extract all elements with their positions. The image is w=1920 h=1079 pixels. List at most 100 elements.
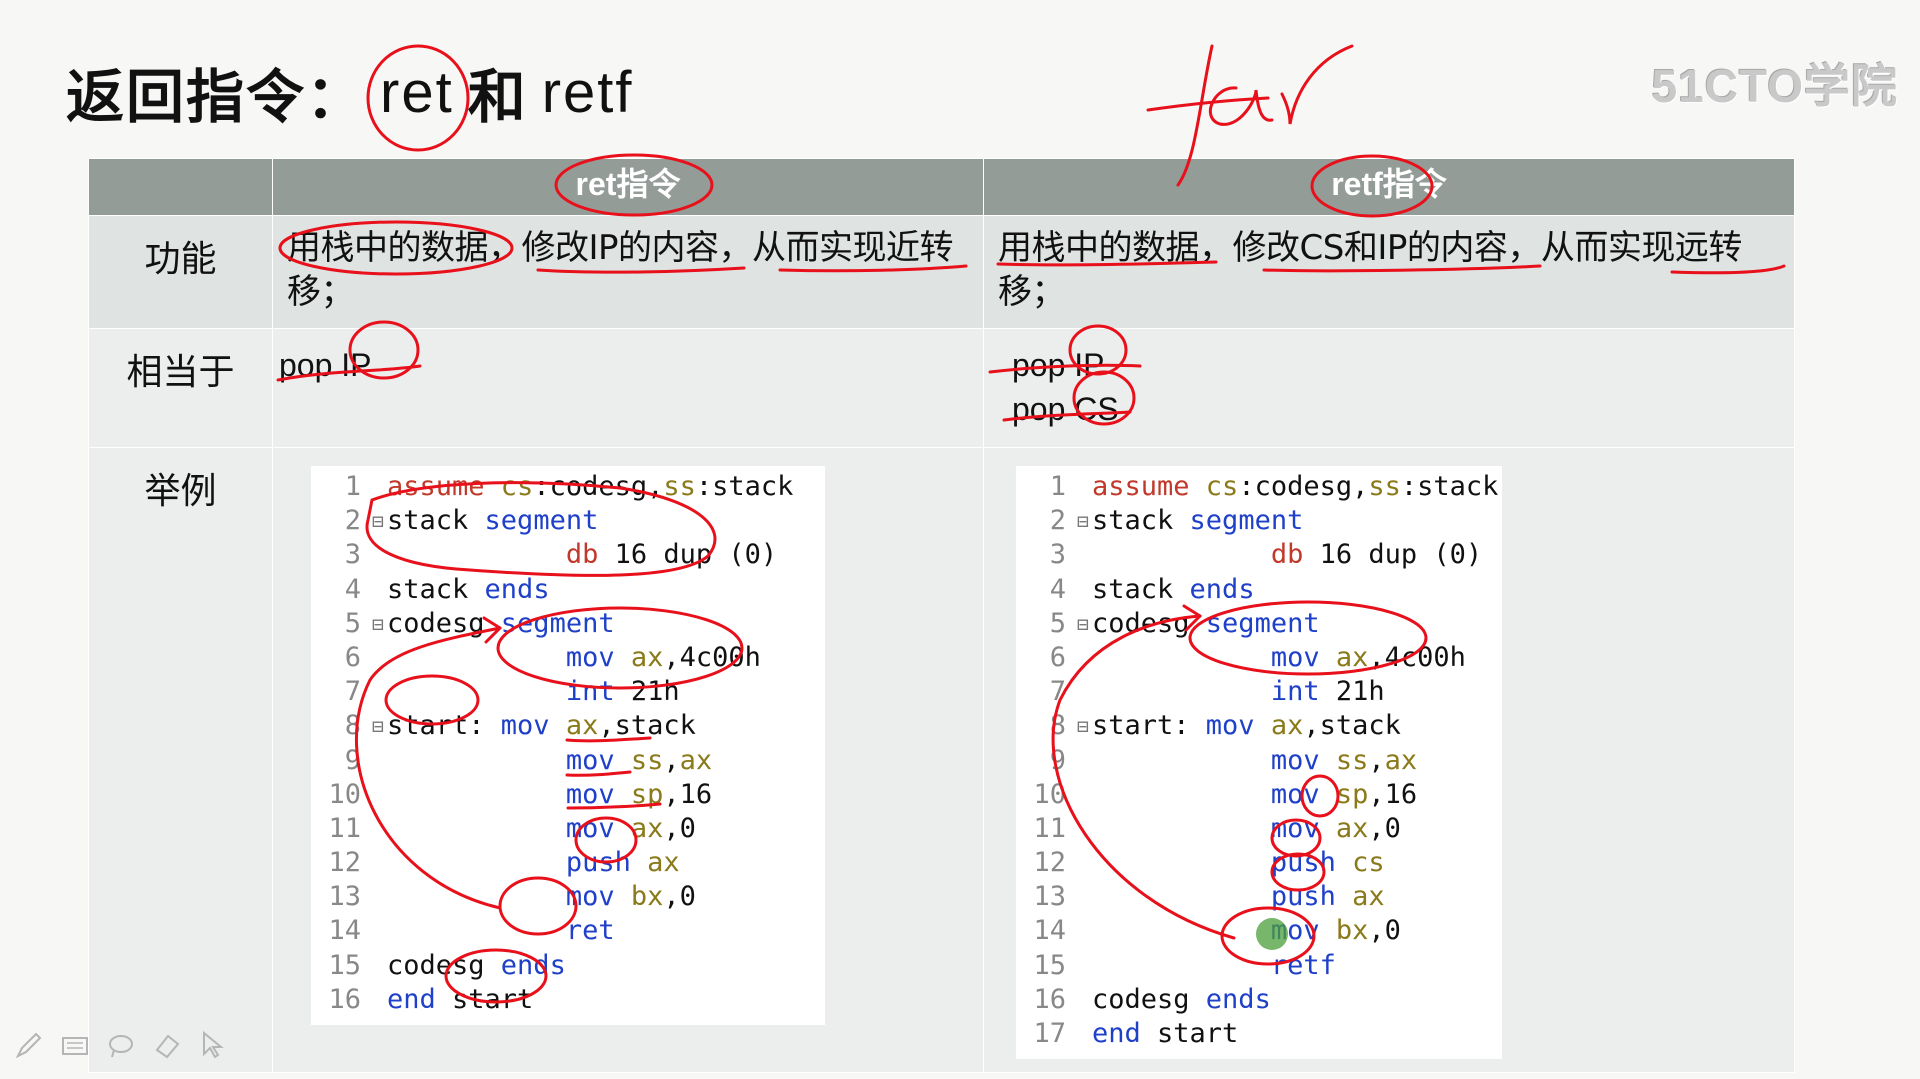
fold-toggle-icon[interactable]: ⊟ xyxy=(1074,709,1092,743)
line-number: 9 xyxy=(1049,744,1066,776)
code-token: ,4c00h xyxy=(1368,641,1466,673)
code-token: :codesg, xyxy=(1238,471,1369,502)
code-token: ax xyxy=(1384,744,1418,776)
code-token: stack xyxy=(387,573,485,605)
code-token: mov xyxy=(1270,744,1320,776)
pen-icon[interactable] xyxy=(14,1030,44,1060)
code-token: sp xyxy=(1335,778,1369,810)
code-token: 21h xyxy=(614,676,680,708)
title-prefix: 返回指令： xyxy=(66,63,367,131)
code-token: assume xyxy=(387,471,501,502)
code-token: mov xyxy=(565,641,615,673)
code-token: db xyxy=(565,539,599,571)
code-line: 8 ⊟ start: mov ax,stack xyxy=(311,709,825,743)
code-token: retf xyxy=(1270,949,1336,981)
fold-toggle-icon[interactable]: ⊟ xyxy=(1074,607,1092,641)
pop-ip-retf: pop IP xyxy=(1012,347,1105,383)
code-line: 7 int 21h xyxy=(1016,675,1502,709)
keyboard-icon[interactable] xyxy=(60,1030,90,1060)
lasso-icon[interactable] xyxy=(106,1030,136,1060)
code-text: int 21h xyxy=(387,675,825,709)
code-text: ret xyxy=(387,914,825,948)
code-token: bx xyxy=(630,881,664,913)
code-text: codesg segment xyxy=(1092,607,1502,641)
code-text: mov sp,16 xyxy=(1092,778,1502,812)
code-line: 16 codesg ends xyxy=(1016,983,1502,1017)
code-token: db xyxy=(1270,539,1304,571)
line-number: 4 xyxy=(1049,573,1066,605)
line-number: 12 xyxy=(328,847,361,879)
code-token: ,stack xyxy=(598,710,696,742)
code-text: db 16 dup (0) xyxy=(1092,538,1502,572)
fold-toggle-icon[interactable]: ⊟ xyxy=(369,607,387,641)
code-token: ss xyxy=(1335,744,1369,776)
code-line: 6 mov ax,4c00h xyxy=(311,641,825,675)
code-text: mov ax,0 xyxy=(1092,812,1502,846)
code-token: :stack xyxy=(695,471,794,502)
line-number: 14 xyxy=(1033,915,1066,947)
code-token: mov xyxy=(1270,641,1320,673)
code-line: 1 assume cs:codesg,ss:stack xyxy=(311,470,825,504)
code-line: 10 mov sp,16 xyxy=(311,778,825,812)
code-token: start xyxy=(435,983,534,1015)
code-token: ,16 xyxy=(1368,778,1418,810)
line-number: 10 xyxy=(328,778,361,810)
code-token: end xyxy=(387,983,436,1015)
code-token: mov xyxy=(1205,710,1255,742)
pointer-icon[interactable] xyxy=(198,1030,228,1060)
code-text: db 16 dup (0) xyxy=(387,538,825,572)
code-token: start xyxy=(1140,1018,1239,1049)
code-token: ax xyxy=(679,744,713,776)
code-text: mov bx,0 xyxy=(1092,914,1502,948)
code-token: cs xyxy=(1352,847,1385,879)
line-number: 11 xyxy=(328,812,361,844)
code-text: start: mov ax,stack xyxy=(1092,709,1502,743)
code-line: 3 db 16 dup (0) xyxy=(1016,538,1502,572)
fold-toggle-icon[interactable]: ⊟ xyxy=(369,709,387,743)
code-text: retf xyxy=(1092,949,1502,983)
code-token: push xyxy=(1270,847,1336,879)
code-text: end start xyxy=(387,983,825,1017)
equivalent-retf: pop IP pop CS xyxy=(983,328,1795,448)
code-token: stack xyxy=(1092,573,1190,605)
code-token: ,0 xyxy=(1368,915,1401,947)
code-text: int 21h xyxy=(1092,675,1502,709)
example-retf: 1 assume cs:codesg,ss:stack 2 ⊟ stack segmen… xyxy=(983,447,1795,1073)
code-token: 16 dup (0) xyxy=(1303,539,1483,571)
label-equivalent: 相当于 xyxy=(88,328,273,448)
line-number: 4 xyxy=(344,573,361,605)
code-token: ax xyxy=(1270,710,1304,742)
fold-toggle-icon[interactable]: ⊟ xyxy=(1074,504,1092,538)
code-editor-ret: 1 assume cs:codesg,ss:stack 2 ⊟ stack segmen… xyxy=(311,466,825,1025)
code-token: ax xyxy=(1335,641,1369,673)
code-line: 8 ⊟ start: mov ax,stack xyxy=(1016,709,1502,743)
code-line: 9 mov ss,ax xyxy=(1016,744,1502,778)
line-number: 2 xyxy=(1049,505,1066,537)
line-number: 8 xyxy=(1049,710,1066,742)
eraser-icon[interactable] xyxy=(152,1030,182,1060)
code-text: codesg segment xyxy=(387,607,825,641)
table-header-row: ret指令 retf指令 xyxy=(88,158,1795,216)
code-text: assume cs:codesg,ss:stack xyxy=(1092,470,1502,504)
fold-toggle-icon[interactable]: ⊟ xyxy=(369,504,387,538)
code-token: mov xyxy=(1270,812,1320,844)
code-token: ss xyxy=(630,744,664,776)
